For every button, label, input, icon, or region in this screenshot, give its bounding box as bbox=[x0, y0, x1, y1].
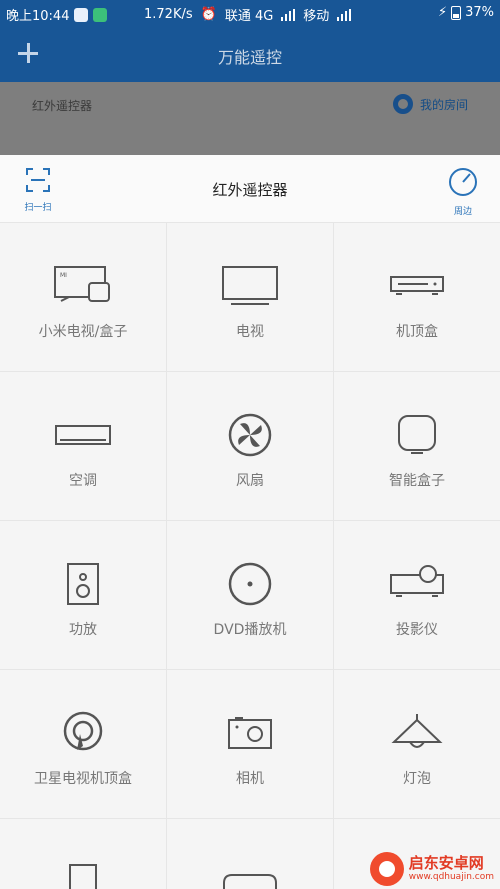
signal-icon bbox=[337, 8, 352, 21]
svg-text:MI: MI bbox=[60, 272, 67, 279]
device-partial-icon bbox=[69, 864, 97, 889]
device-mi-tv-box[interactable]: MI 小米电视/盒子 bbox=[0, 223, 167, 372]
device-label: 相机 bbox=[236, 771, 264, 787]
my-room-button[interactable]: 我的房间 bbox=[392, 94, 468, 114]
my-room-label: 我的房间 bbox=[419, 97, 468, 112]
radar-icon bbox=[449, 168, 477, 196]
device-dvd[interactable]: DVD播放机 bbox=[167, 521, 334, 670]
signal-icon bbox=[281, 8, 296, 21]
device-tv[interactable]: 电视 bbox=[167, 223, 334, 372]
device-fan[interactable]: 风扇 bbox=[167, 372, 334, 521]
device-air-conditioner[interactable]: 空调 bbox=[0, 372, 167, 521]
mi-tv-box-icon: MI bbox=[54, 266, 110, 302]
notification-app-icon bbox=[74, 7, 89, 22]
device-amplifier[interactable]: 功放 bbox=[0, 521, 167, 670]
tv-icon bbox=[222, 266, 278, 305]
device-label: 智能盒子 bbox=[389, 473, 445, 489]
air-conditioner-icon bbox=[55, 425, 111, 445]
device-partial-icon bbox=[223, 874, 277, 889]
device-lamp[interactable]: 灯泡 bbox=[334, 670, 500, 819]
background-overlay[interactable]: 红外遥控器 我的房间 bbox=[0, 82, 500, 155]
watermark-logo-icon bbox=[369, 852, 404, 886]
device-label: DVD播放机 bbox=[213, 622, 287, 638]
app-header: 万能遥控 bbox=[0, 28, 500, 82]
dvd-icon bbox=[228, 562, 272, 606]
device-set-top-box[interactable]: 机顶盒 bbox=[334, 223, 500, 372]
device-label: 风扇 bbox=[236, 473, 264, 489]
watermark: 启东安卓网 www.qdhuajin.com bbox=[369, 852, 494, 886]
charging-icon: ⚡ bbox=[437, 5, 448, 20]
scan-label: 扫一扫 bbox=[24, 203, 52, 213]
status-bar: 晚上10:44 1.72K/s ⏰ 联通 4G 移动 ⚡ 37% bbox=[0, 0, 500, 28]
status-time: 晚上10:44 bbox=[6, 9, 70, 24]
watermark-url: www.qdhuajin.com bbox=[408, 872, 494, 882]
sheet-title: 红外遥控器 bbox=[212, 181, 288, 199]
device-label: 卫星电视机顶盒 bbox=[34, 771, 132, 787]
device-partial-2[interactable] bbox=[167, 819, 334, 889]
device-label: 电视 bbox=[236, 324, 264, 340]
carrier-1: 联通 4G bbox=[224, 9, 274, 24]
projector-icon bbox=[390, 565, 444, 597]
device-label: 机顶盒 bbox=[396, 324, 438, 340]
app-title: 万能遥控 bbox=[217, 48, 282, 67]
watermark-title: 启东安卓网 bbox=[408, 854, 484, 872]
device-projector[interactable]: 投影仪 bbox=[334, 521, 500, 670]
device-smart-box[interactable]: 智能盒子 bbox=[334, 372, 500, 521]
device-label: 投影仪 bbox=[396, 622, 438, 638]
fan-icon bbox=[228, 413, 272, 457]
network-speed: 1.72K/s bbox=[144, 7, 193, 22]
device-label: 空调 bbox=[69, 473, 97, 489]
device-camera[interactable]: 相机 bbox=[167, 670, 334, 819]
battery-icon bbox=[451, 5, 462, 20]
device-label: 功放 bbox=[69, 622, 97, 638]
device-label: 小米电视/盒子 bbox=[38, 324, 128, 340]
amplifier-icon bbox=[67, 563, 99, 605]
sheet-header: 扫一扫 红外遥控器 周边 bbox=[0, 155, 500, 223]
alarm-icon: ⏰ bbox=[200, 7, 217, 22]
nearby-button[interactable]: 周边 bbox=[446, 167, 480, 217]
room-icon bbox=[392, 94, 413, 114]
satellite-icon bbox=[63, 711, 103, 751]
smart-box-icon bbox=[398, 415, 436, 454]
lamp-icon bbox=[391, 714, 443, 748]
device-label: 灯泡 bbox=[403, 771, 431, 787]
ir-remote-label: 红外遥控器 bbox=[32, 99, 93, 113]
shield-icon bbox=[93, 7, 108, 22]
device-picker-sheet: 扫一扫 红外遥控器 周边 MI 小米电视/盒子 电视 机顶盒 空调 风扇 智能盒… bbox=[0, 155, 500, 889]
camera-icon bbox=[228, 717, 272, 749]
device-partial-1[interactable] bbox=[0, 819, 167, 889]
nearby-label: 周边 bbox=[453, 207, 472, 217]
device-satellite[interactable]: 卫星电视机顶盒 bbox=[0, 670, 167, 819]
battery-level: 37% bbox=[465, 5, 494, 20]
set-top-box-icon bbox=[390, 276, 444, 295]
carrier-2: 移动 bbox=[303, 9, 330, 24]
